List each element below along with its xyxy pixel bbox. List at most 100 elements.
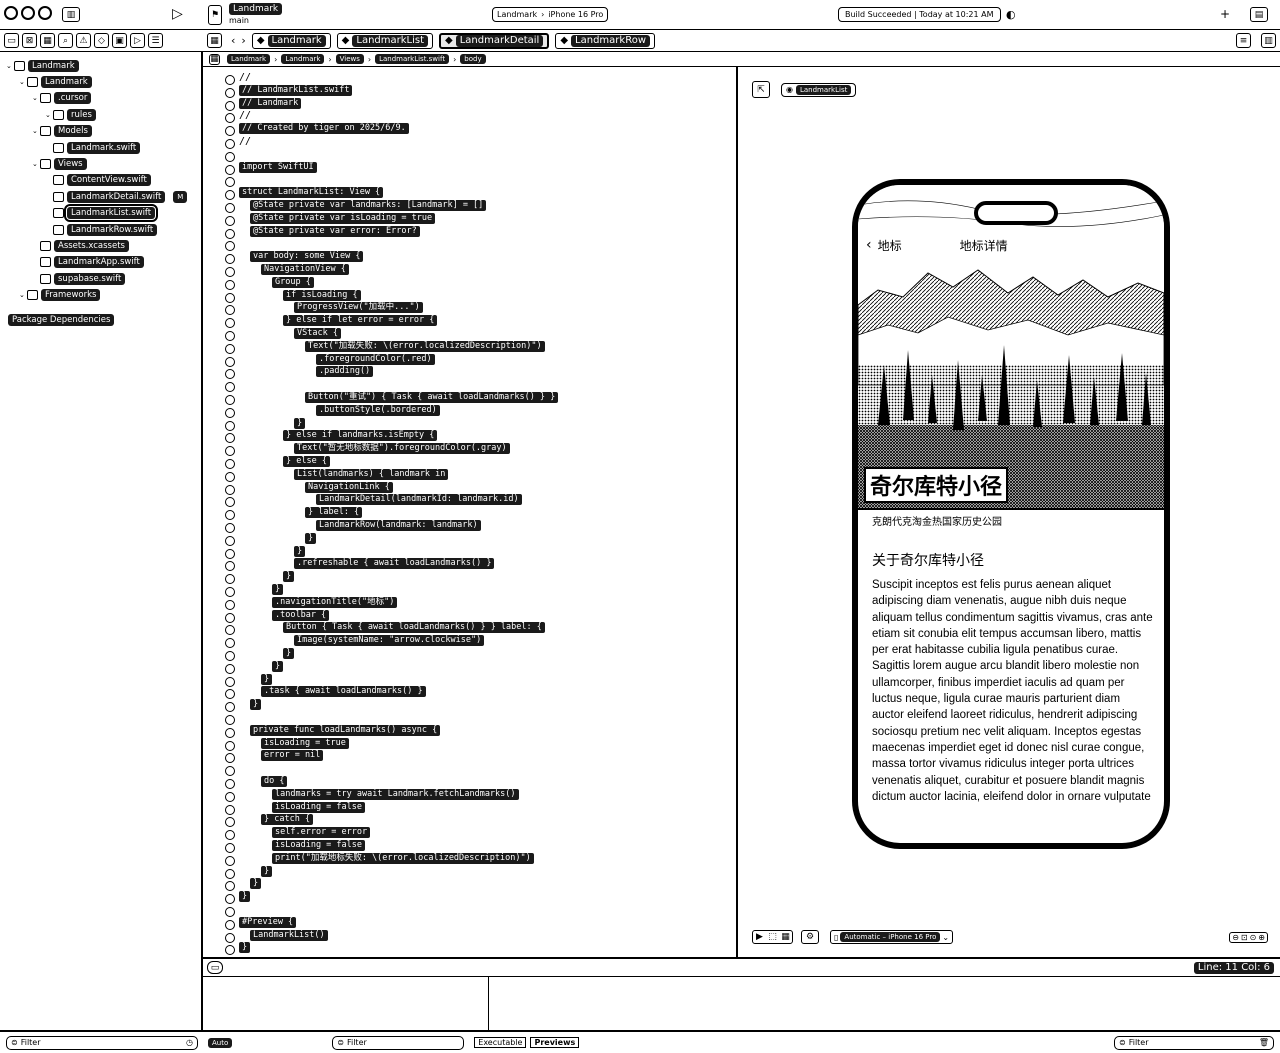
navigator-item[interactable]: LandmarkDetail.swift M bbox=[45, 189, 188, 204]
line-number-marker[interactable] bbox=[225, 521, 237, 534]
code-line[interactable]: isLoading = true bbox=[261, 737, 349, 751]
code-line[interactable]: } catch { bbox=[261, 814, 314, 827]
navigator-item[interactable]: supabase.swift bbox=[32, 271, 126, 286]
navigator-item[interactable]: LandmarkList.swift bbox=[45, 204, 159, 223]
code-line[interactable]: .toolbar { bbox=[272, 609, 330, 623]
line-number-marker[interactable] bbox=[225, 943, 237, 956]
navigator-item[interactable]: LandmarkRow.swift bbox=[45, 222, 158, 237]
tab-landmarkdetail[interactable]: ◆ LandmarkDetail bbox=[439, 32, 550, 49]
code-line[interactable]: } bbox=[272, 660, 284, 674]
line-number-marker[interactable] bbox=[225, 419, 237, 432]
related-items-icon[interactable]: ▦ bbox=[209, 53, 220, 65]
navigator-item[interactable]: LandmarkApp.swift bbox=[32, 255, 144, 270]
code-line[interactable]: .navigationTitle("地标") bbox=[272, 596, 398, 610]
editor-options-icon[interactable]: ≡ bbox=[1236, 33, 1251, 48]
code-line[interactable]: } bbox=[261, 865, 273, 879]
code-line[interactable]: Button { Task { await loadLandmarks() } … bbox=[283, 622, 545, 635]
line-number-marker[interactable] bbox=[225, 444, 237, 457]
line-number-marker[interactable] bbox=[225, 316, 237, 329]
line-number-marker[interactable] bbox=[225, 150, 237, 163]
navigator-item[interactable]: Landmark.swift bbox=[45, 140, 141, 155]
forward-icon[interactable]: › bbox=[241, 34, 245, 47]
code-line[interactable]: List(landmarks) { landmark in bbox=[294, 468, 449, 482]
variables-view[interactable] bbox=[203, 977, 489, 1030]
auto-variables-selector[interactable]: Auto bbox=[208, 1037, 233, 1048]
line-number-marker[interactable] bbox=[225, 201, 237, 214]
console-tab-executable[interactable]: Executable bbox=[474, 1037, 527, 1048]
zoom-controls[interactable]: ⊖ ⊡ ⊙ ⊕ bbox=[1229, 931, 1268, 943]
line-number-marker[interactable] bbox=[225, 739, 237, 752]
project-navigator-icon[interactable]: ▭ bbox=[4, 33, 19, 48]
hide-debug-area-icon[interactable]: ▭ bbox=[207, 961, 223, 974]
line-number-marker[interactable] bbox=[225, 227, 237, 240]
tab-landmarklist[interactable]: ◆ LandmarkList bbox=[336, 32, 434, 49]
code-line[interactable]: if isLoading { bbox=[283, 289, 361, 303]
line-number-marker[interactable] bbox=[225, 649, 237, 662]
line-number-marker[interactable] bbox=[225, 534, 237, 547]
code-line[interactable]: @State private var error: Error? bbox=[250, 225, 420, 239]
code-line[interactable]: Text("暂无地标数据").foregroundColor(.gray) bbox=[294, 443, 510, 456]
line-number-marker[interactable] bbox=[225, 175, 237, 188]
line-number-marker[interactable] bbox=[225, 483, 237, 496]
zoom-out-icon[interactable]: ⊖ bbox=[1232, 933, 1239, 942]
line-number-marker[interactable] bbox=[225, 918, 237, 931]
code-line[interactable]: } else if let error = error { bbox=[283, 315, 438, 328]
line-number-marker[interactable] bbox=[225, 508, 237, 521]
code-line[interactable]: } bbox=[250, 699, 262, 712]
jumpbar-symbol[interactable]: body bbox=[460, 54, 486, 64]
code-line[interactable]: self.error = error bbox=[272, 827, 371, 840]
pin-icon[interactable]: ⇱ bbox=[752, 81, 770, 98]
source-control-icon[interactable]: ⊠ bbox=[22, 33, 37, 48]
code-line[interactable]: #Preview { bbox=[239, 916, 297, 930]
disclosure-chevron-icon[interactable]: ⌄ bbox=[32, 94, 40, 102]
line-number-marker[interactable] bbox=[225, 790, 237, 803]
navigator-item[interactable]: ⌄ Models bbox=[32, 124, 92, 139]
line-number-marker[interactable] bbox=[225, 892, 237, 905]
jumpbar-project[interactable]: Landmark bbox=[227, 54, 271, 64]
code-line[interactable]: // bbox=[239, 110, 251, 123]
line-number-marker[interactable] bbox=[225, 214, 237, 227]
selectable-mode-icon[interactable]: ⬚ bbox=[766, 931, 779, 943]
breakpoint-navigator-icon[interactable]: ▷ bbox=[130, 33, 145, 48]
code-line[interactable]: Image(systemName: "arrow.clockwise") bbox=[294, 635, 485, 648]
navigator-item[interactable]: ⌄ Frameworks bbox=[19, 288, 101, 303]
code-area[interactable]: //// LandmarkList.swift// Landmark//// C… bbox=[239, 67, 734, 957]
line-number-marker[interactable] bbox=[225, 291, 237, 304]
line-number-marker[interactable] bbox=[225, 99, 237, 112]
line-number-marker[interactable] bbox=[225, 764, 237, 777]
line-number-marker[interactable] bbox=[225, 585, 237, 598]
line-number-marker[interactable] bbox=[225, 867, 237, 880]
zoom-fit-icon[interactable]: ⊡ bbox=[1241, 933, 1248, 942]
trash-icon[interactable]: 🗑 bbox=[1259, 1038, 1269, 1047]
code-line[interactable]: import SwiftUI bbox=[239, 161, 317, 175]
code-line[interactable]: // LandmarkList.swift bbox=[239, 84, 353, 98]
code-line[interactable]: error = nil bbox=[261, 750, 324, 763]
package-dependencies-header[interactable]: Package Dependencies bbox=[8, 314, 115, 326]
code-line[interactable]: } bbox=[305, 532, 317, 546]
recent-files-icon[interactable]: ◷ bbox=[186, 1038, 193, 1047]
split-editor-icon[interactable]: ▥ bbox=[1261, 33, 1276, 48]
device-preview[interactable]: ‹ 地标 地标详情 奇尔库特小径 克朗代克淘金热国家历史公园 关于奇尔库特小径 … bbox=[852, 179, 1170, 849]
code-line[interactable]: } bbox=[272, 584, 284, 597]
code-line[interactable]: // Landmark bbox=[239, 97, 302, 111]
sidebar-toggle-icon[interactable]: ▥ bbox=[62, 7, 83, 22]
line-number-marker[interactable] bbox=[225, 905, 237, 918]
jumpbar-folder[interactable]: Views bbox=[335, 54, 364, 64]
device-selector[interactable]: ▯ Automatic – iPhone 16 Pro ⌄ bbox=[830, 930, 954, 944]
code-line[interactable]: Text("加载失败: \(error.localizedDescription… bbox=[305, 340, 545, 354]
line-number-marker[interactable] bbox=[225, 559, 237, 572]
symbol-navigator-icon[interactable]: ▦ bbox=[40, 33, 55, 48]
code-line[interactable]: .foregroundColor(.red) bbox=[316, 353, 435, 367]
line-number-marker[interactable] bbox=[225, 598, 237, 611]
code-line[interactable]: var body: some View { bbox=[250, 251, 364, 264]
find-navigator-icon[interactable]: ⌕ bbox=[58, 33, 73, 48]
line-number-marker[interactable] bbox=[225, 572, 237, 585]
console-tab-previews[interactable]: Previews bbox=[530, 1037, 580, 1048]
code-line[interactable]: } else { bbox=[283, 456, 330, 469]
library-add-icon[interactable]: + bbox=[1220, 7, 1230, 21]
zoom-window-button[interactable] bbox=[38, 6, 52, 20]
navigator-item[interactable]: Assets.xcassets bbox=[32, 238, 129, 253]
line-number-marker[interactable] bbox=[225, 265, 237, 278]
line-number-marker[interactable] bbox=[225, 303, 237, 316]
project-header[interactable]: ⚑ Landmark main bbox=[208, 3, 283, 26]
